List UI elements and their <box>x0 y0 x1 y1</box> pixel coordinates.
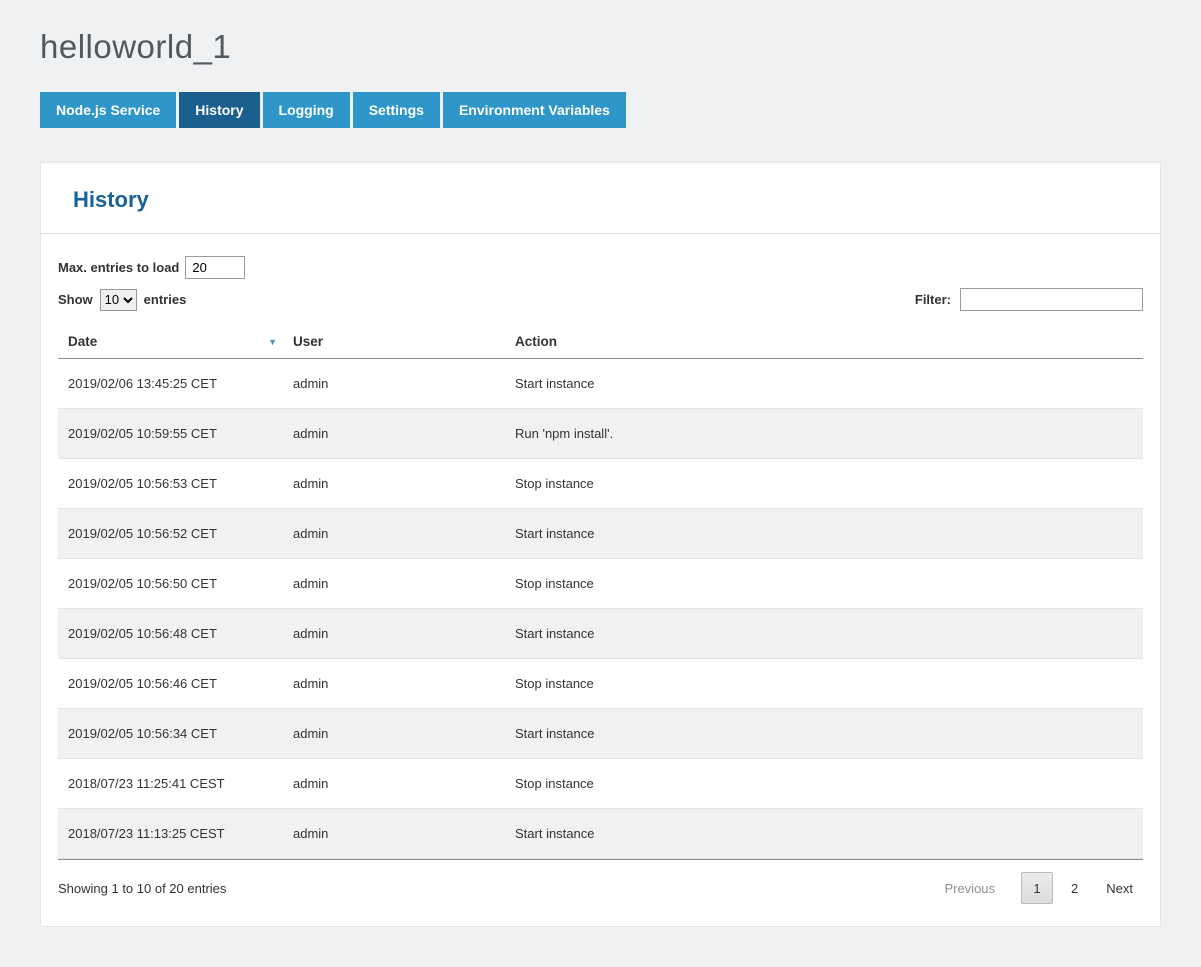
column-header-action-label: Action <box>515 334 557 349</box>
cell-date: 2019/02/05 10:56:53 CET <box>58 459 283 509</box>
history-table: Date ▼ User Action 2019/02/06 13:45:25 C… <box>58 325 1143 859</box>
pagination: Previous 1 2 Next <box>934 872 1143 904</box>
column-header-action[interactable]: Action <box>505 325 1143 359</box>
filter-label: Filter: <box>915 292 951 307</box>
column-header-user[interactable]: User <box>283 325 505 359</box>
cell-user: admin <box>283 759 505 809</box>
cell-action: Start instance <box>505 709 1143 759</box>
table-row: 2019/02/05 10:56:48 CET admin Start inst… <box>58 609 1143 659</box>
table-info: Showing 1 to 10 of 20 entries <box>58 881 226 896</box>
cell-user: admin <box>283 609 505 659</box>
tab-history[interactable]: History <box>179 92 259 128</box>
table-row: 2019/02/06 13:45:25 CET admin Start inst… <box>58 359 1143 409</box>
column-header-user-label: User <box>293 334 323 349</box>
table-body: 2019/02/06 13:45:25 CET admin Start inst… <box>58 359 1143 859</box>
cell-action: Stop instance <box>505 759 1143 809</box>
table-row: 2018/07/23 11:13:25 CEST admin Start ins… <box>58 809 1143 859</box>
tab-bar: Node.js Service History Logging Settings… <box>40 92 1161 128</box>
table-row: 2019/02/05 10:56:53 CET admin Stop insta… <box>58 459 1143 509</box>
table-row: 2019/02/05 10:56:52 CET admin Start inst… <box>58 509 1143 559</box>
cell-user: admin <box>283 409 505 459</box>
table-row: 2019/02/05 10:56:34 CET admin Start inst… <box>58 709 1143 759</box>
cell-action: Start instance <box>505 809 1143 859</box>
sort-desc-icon: ▼ <box>268 337 277 347</box>
table-footer: Showing 1 to 10 of 20 entries Previous 1… <box>58 859 1143 926</box>
cell-date: 2018/07/23 11:25:41 CEST <box>58 759 283 809</box>
table-header-row: Date ▼ User Action <box>58 325 1143 359</box>
cell-user: admin <box>283 359 505 409</box>
tab-nodejs-service[interactable]: Node.js Service <box>40 92 176 128</box>
page-title: helloworld_1 <box>40 28 1161 66</box>
page-length-select[interactable]: 10 <box>100 289 137 311</box>
cell-date: 2019/02/05 10:59:55 CET <box>58 409 283 459</box>
filter-input[interactable] <box>960 288 1143 311</box>
cell-action: Stop instance <box>505 659 1143 709</box>
entries-label: entries <box>144 292 187 307</box>
cell-user: admin <box>283 809 505 859</box>
table-controls-row: Show 10 entries Filter: <box>58 288 1143 311</box>
cell-date: 2019/02/05 10:56:34 CET <box>58 709 283 759</box>
cell-action: Stop instance <box>505 559 1143 609</box>
column-header-date-label: Date <box>68 334 97 349</box>
filter-control: Filter: <box>915 288 1143 311</box>
table-row: 2019/02/05 10:56:50 CET admin Stop insta… <box>58 559 1143 609</box>
history-panel: History Max. entries to load Show 10 ent… <box>40 162 1161 927</box>
panel-body: Max. entries to load Show 10 entries Fil… <box>41 234 1160 926</box>
cell-user: admin <box>283 559 505 609</box>
page: helloworld_1 Node.js Service History Log… <box>0 0 1201 967</box>
cell-date: 2019/02/05 10:56:48 CET <box>58 609 283 659</box>
cell-user: admin <box>283 659 505 709</box>
tab-settings[interactable]: Settings <box>353 92 440 128</box>
cell-action: Start instance <box>505 609 1143 659</box>
cell-action: Start instance <box>505 509 1143 559</box>
panel-heading: History <box>73 187 1128 213</box>
cell-action: Start instance <box>505 359 1143 409</box>
cell-date: 2019/02/06 13:45:25 CET <box>58 359 283 409</box>
page-length-control: Show 10 entries <box>58 289 186 311</box>
pagination-page-1[interactable]: 1 <box>1021 872 1053 904</box>
cell-date: 2019/02/05 10:56:46 CET <box>58 659 283 709</box>
table-row: 2019/02/05 10:59:55 CET admin Run 'npm i… <box>58 409 1143 459</box>
cell-action: Stop instance <box>505 459 1143 509</box>
max-entries-label: Max. entries to load <box>58 260 179 275</box>
pagination-page-2[interactable]: 2 <box>1061 874 1088 903</box>
table-header: Date ▼ User Action <box>58 325 1143 359</box>
show-label: Show <box>58 292 93 307</box>
column-header-date[interactable]: Date ▼ <box>58 325 283 359</box>
pagination-next[interactable]: Next <box>1096 874 1143 903</box>
tab-logging[interactable]: Logging <box>263 92 350 128</box>
table-row: 2019/02/05 10:56:46 CET admin Stop insta… <box>58 659 1143 709</box>
tab-environment-variables[interactable]: Environment Variables <box>443 92 626 128</box>
cell-user: admin <box>283 509 505 559</box>
table-row: 2018/07/23 11:25:41 CEST admin Stop inst… <box>58 759 1143 809</box>
cell-date: 2019/02/05 10:56:50 CET <box>58 559 283 609</box>
cell-user: admin <box>283 709 505 759</box>
pagination-previous[interactable]: Previous <box>934 874 1005 903</box>
cell-date: 2019/02/05 10:56:52 CET <box>58 509 283 559</box>
panel-header: History <box>41 163 1160 234</box>
cell-date: 2018/07/23 11:13:25 CEST <box>58 809 283 859</box>
max-entries-input[interactable] <box>185 256 245 279</box>
max-entries-row: Max. entries to load <box>58 256 1143 279</box>
cell-user: admin <box>283 459 505 509</box>
cell-action: Run 'npm install'. <box>505 409 1143 459</box>
